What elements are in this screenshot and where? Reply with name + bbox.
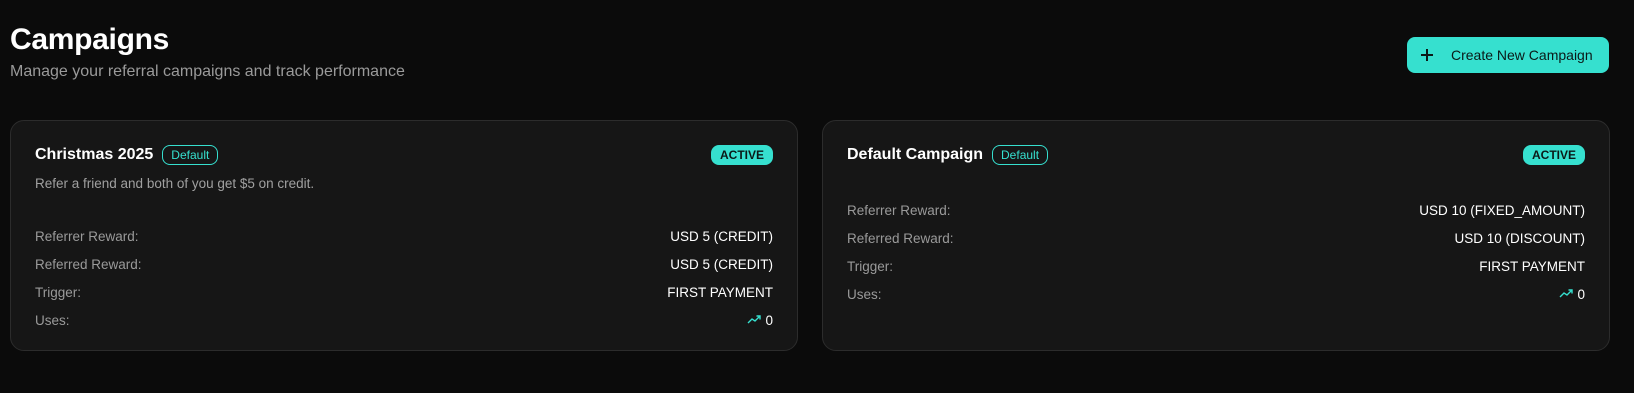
page-subtitle: Manage your referral campaigns and track…: [10, 63, 405, 80]
uses-value: 0: [765, 312, 773, 328]
uses-label: Uses:: [847, 286, 882, 302]
trending-up-icon: [747, 315, 762, 324]
status-badge: ACTIVE: [710, 145, 773, 165]
referred-reward-label: Referred Reward:: [847, 230, 954, 246]
referred-reward-row: Referred Reward: USD 5 (CREDIT): [35, 250, 773, 278]
create-campaign-label: Create New Campaign: [1451, 47, 1593, 63]
trigger-row: Trigger: FIRST PAYMENT: [35, 278, 773, 306]
campaign-details: Referrer Reward: USD 10 (FIXED_AMOUNT) R…: [847, 196, 1585, 308]
trigger-row: Trigger: FIRST PAYMENT: [847, 252, 1585, 280]
trigger-value: FIRST PAYMENT: [667, 284, 773, 300]
campaign-name: Default Campaign: [847, 146, 984, 163]
campaign-description: Refer a friend and both of you get $5 on…: [35, 176, 315, 191]
default-badge: Default: [992, 145, 1049, 165]
status-badge: ACTIVE: [1522, 145, 1585, 165]
referrer-reward-row: Referrer Reward: USD 10 (FIXED_AMOUNT): [847, 196, 1585, 224]
referred-reward-row: Referred Reward: USD 10 (DISCOUNT): [847, 224, 1585, 252]
plus-icon: [1421, 49, 1433, 61]
referred-reward-value: USD 10 (DISCOUNT): [1454, 230, 1585, 246]
referrer-reward-row: Referrer Reward: USD 5 (CREDIT): [35, 222, 773, 250]
page-header: Campaigns Manage your referral campaigns…: [10, 22, 405, 82]
trigger-label: Trigger:: [35, 284, 82, 300]
referrer-reward-value: USD 5 (CREDIT): [670, 228, 773, 244]
uses-container: 0: [747, 313, 773, 328]
uses-container: 0: [1559, 287, 1585, 302]
uses-row: Uses: 0: [847, 280, 1585, 308]
uses-value: 0: [1577, 286, 1585, 302]
campaign-name: Christmas 2025: [35, 146, 154, 163]
referrer-reward-label: Referrer Reward:: [35, 228, 139, 244]
trigger-value: FIRST PAYMENT: [1479, 258, 1585, 274]
campaign-card[interactable]: Default Campaign Default ACTIVE Referrer…: [822, 120, 1610, 351]
trending-up-icon: [1559, 289, 1574, 298]
referred-reward-label: Referred Reward:: [35, 256, 142, 272]
campaign-details: Referrer Reward: USD 5 (CREDIT) Referred…: [35, 222, 773, 334]
trigger-label: Trigger:: [847, 258, 894, 274]
default-badge: Default: [162, 145, 219, 165]
campaign-card[interactable]: Christmas 2025 Default ACTIVE Refer a fr…: [10, 120, 798, 351]
page-title: Campaigns: [10, 23, 170, 56]
referred-reward-value: USD 5 (CREDIT): [670, 256, 773, 272]
referrer-reward-value: USD 10 (FIXED_AMOUNT): [1419, 202, 1585, 218]
uses-row: Uses: 0: [35, 306, 773, 334]
create-campaign-button[interactable]: Create New Campaign: [1407, 37, 1609, 73]
referrer-reward-label: Referrer Reward:: [847, 202, 951, 218]
uses-label: Uses:: [35, 312, 70, 328]
